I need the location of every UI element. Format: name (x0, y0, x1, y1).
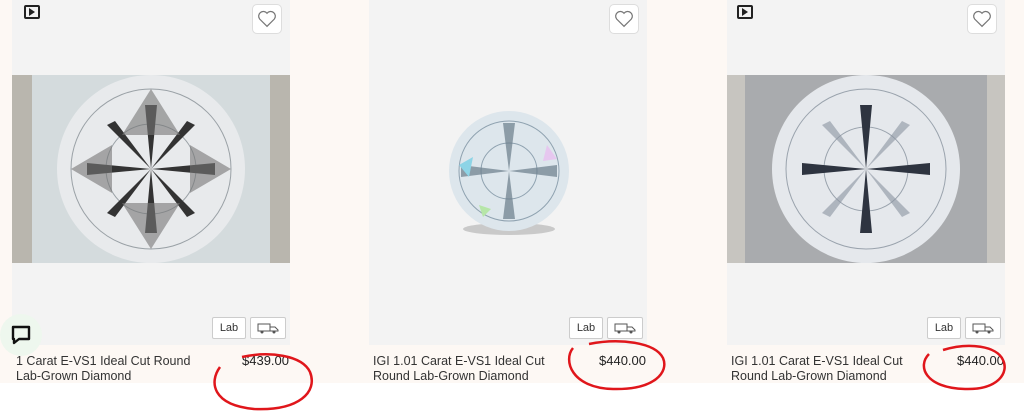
video-play-icon[interactable] (24, 5, 40, 19)
lab-badge: Lab (927, 317, 961, 339)
annotation-circle (922, 344, 1006, 391)
shipping-badge (250, 317, 286, 339)
product-card-3[interactable]: Lab IGI 1.01 Carat E-VS1 Ideal Cut Round… (727, 0, 1006, 391)
truck-icon (614, 323, 636, 334)
chat-icon (11, 325, 31, 345)
truck-icon (257, 323, 279, 334)
diamond-image (727, 75, 1005, 263)
product-title[interactable]: IGI 1.01 Carat E-VS1 Ideal Cut Round Lab… (373, 354, 548, 384)
annotation-circle (568, 340, 666, 391)
product-title[interactable]: 1 Carat E-VS1 Ideal Cut Round Lab-Grown … (16, 354, 191, 384)
favorite-button[interactable] (609, 4, 639, 34)
favorite-button[interactable] (967, 4, 997, 34)
product-card-2[interactable]: Lab IGI 1.01 Carat E-VS1 Ideal Cut Round… (369, 0, 666, 391)
favorite-button[interactable] (252, 4, 282, 34)
diamond-image (12, 75, 290, 263)
annotation-circle (213, 353, 313, 411)
video-play-icon[interactable] (737, 5, 753, 19)
shipping-badge (965, 317, 1001, 339)
diamond-image (449, 111, 569, 235)
product-title[interactable]: IGI 1.01 Carat E-VS1 Ideal Cut Round Lab… (731, 354, 906, 384)
chat-button[interactable] (0, 314, 42, 356)
product-card-1[interactable]: Lab 1 Carat E-VS1 Ideal Cut Round Lab-Gr… (12, 0, 313, 411)
heart-icon (973, 10, 991, 28)
lab-badge: Lab (212, 317, 246, 339)
heart-icon (258, 10, 276, 28)
heart-icon (615, 10, 633, 28)
truck-icon (972, 323, 994, 334)
